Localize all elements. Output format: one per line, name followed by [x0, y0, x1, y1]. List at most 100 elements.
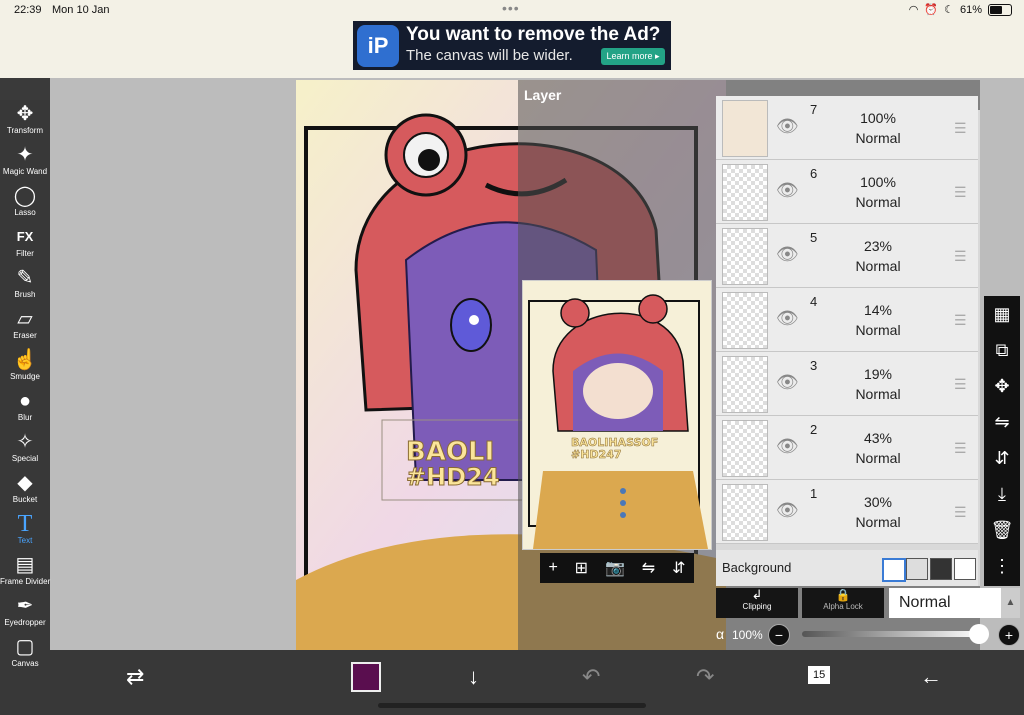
eye-icon[interactable]: 👁: [776, 180, 799, 201]
drag-handle-icon[interactable]: ☰: [954, 376, 967, 393]
layer-row-1[interactable]: 👁 1 30% Normal ☰: [716, 480, 978, 544]
tool-label: Canvas: [11, 659, 39, 668]
bg-none-swatch[interactable]: [954, 558, 976, 580]
drag-handle-icon[interactable]: ☰: [954, 184, 967, 201]
frame-divider-icon: ▤: [15, 554, 35, 576]
tool-canvas[interactable]: ▢ Canvas: [0, 635, 50, 676]
redo-icon[interactable]: ↷: [696, 664, 714, 690]
blend-mode-select[interactable]: Normal: [889, 588, 1001, 618]
tool-label: Filter: [16, 249, 34, 258]
tool-label: Eyedropper: [4, 618, 46, 627]
drag-handle-icon[interactable]: ☰: [954, 440, 967, 457]
opacity-slider-knob[interactable]: [969, 624, 989, 644]
smudge-icon: ☝: [12, 349, 38, 371]
flip-vertical-icon[interactable]: ⇵: [984, 448, 1020, 469]
tool-eraser[interactable]: ▱ Eraser: [0, 307, 50, 348]
clipping-label: Clipping: [742, 602, 772, 611]
home-indicator[interactable]: [378, 703, 646, 708]
tool-filter[interactable]: FX Filter: [0, 225, 50, 266]
eye-icon[interactable]: 👁: [776, 244, 799, 265]
trash-icon[interactable]: 🗑: [984, 520, 1020, 541]
bg-transparent-swatch[interactable]: [906, 558, 928, 580]
ad-banner[interactable]: iP You want to remove the Ad? The canvas…: [353, 21, 671, 70]
tool-magic-wand[interactable]: ✦ Magic Wand: [0, 143, 50, 184]
tool-text[interactable]: T Text: [0, 512, 50, 553]
layer-preview[interactable]: BAOLIHASSOF #HD247: [522, 280, 712, 550]
clipping-icon: ↲: [751, 587, 763, 602]
merge-down-icon[interactable]: ⤓: [984, 484, 1020, 505]
bg-white-swatch[interactable]: [882, 558, 906, 582]
tool-brush[interactable]: ✎ Brush: [0, 266, 50, 307]
back-arrow-icon[interactable]: ←: [920, 664, 942, 690]
tool-blur[interactable]: ● Blur: [0, 389, 50, 430]
drag-handle-icon[interactable]: ☰: [954, 312, 967, 329]
blend-dropdown-icon[interactable]: ▲: [1001, 588, 1020, 618]
layer-row-5[interactable]: 👁 5 23% Normal ☰: [716, 224, 978, 288]
tool-smudge[interactable]: ☝ Smudge: [0, 348, 50, 389]
eyedropper-icon: ✒: [16, 595, 34, 617]
special-icon: ✧: [16, 431, 34, 453]
undo-icon[interactable]: ↶: [582, 664, 600, 690]
eye-icon[interactable]: 👁: [776, 308, 799, 329]
tool-special[interactable]: ✧ Special: [0, 430, 50, 471]
layer-thumbnail: [722, 420, 768, 477]
layer-row-2[interactable]: 👁 2 43% Normal ☰: [716, 416, 978, 480]
learn-more-button[interactable]: Learn more ▸: [601, 48, 665, 65]
tool-frame-divider[interactable]: ▤ Frame Divider: [0, 553, 50, 594]
alpha-lock-label: Alpha Lock: [823, 602, 863, 611]
tool-label: Brush: [14, 290, 36, 299]
background-row[interactable]: Background: [716, 550, 978, 586]
eye-icon[interactable]: 👁: [776, 500, 799, 521]
current-color-swatch[interactable]: [351, 662, 381, 692]
layer-row-7[interactable]: 👁 7 100% Normal ☰: [716, 96, 978, 160]
layer-row-3[interactable]: 👁 3 19% Normal ☰: [716, 352, 978, 416]
tool-lasso[interactable]: ◯ Lasso: [0, 184, 50, 225]
swap-tool-icon[interactable]: ⇄: [126, 664, 144, 690]
tool-eyedropper[interactable]: ✒ Eyedropper: [0, 594, 50, 635]
eye-icon[interactable]: 👁: [776, 436, 799, 457]
layer-opacity: 23%: [863, 238, 893, 254]
drag-handle-icon[interactable]: ☰: [954, 120, 967, 137]
drag-handle-icon[interactable]: ☰: [954, 248, 967, 265]
layer-blend-mode: Normal: [855, 258, 901, 274]
tool-transform[interactable]: ✥ Transform: [0, 102, 50, 143]
flip-horizontal-icon[interactable]: ⇋: [642, 558, 655, 578]
drag-handle-icon[interactable]: ☰: [954, 504, 967, 521]
add-image-layer-icon[interactable]: ⊞: [575, 558, 588, 578]
checker-icon[interactable]: ▦: [984, 304, 1020, 325]
eye-icon[interactable]: 👁: [776, 116, 799, 137]
history-count[interactable]: 15: [808, 666, 831, 684]
clipping-button[interactable]: ↲ Clipping: [716, 588, 798, 618]
more-icon[interactable]: ⋮: [984, 556, 1020, 577]
opacity-plus-button[interactable]: +: [998, 624, 1020, 646]
tool-label: Frame Divider: [0, 577, 51, 586]
alpha-lock-button[interactable]: 🔒 Alpha Lock: [802, 588, 884, 618]
layer-list[interactable]: 👁 7 100% Normal ☰ 👁 6 100% Normal ☰ 👁 5 …: [716, 96, 980, 586]
layer-row-4[interactable]: 👁 4 14% Normal ☰: [716, 288, 978, 352]
layer-opacity: 19%: [863, 366, 893, 382]
opacity-minus-button[interactable]: −: [768, 624, 790, 646]
flip-horizontal-icon[interactable]: ⇋: [984, 412, 1020, 433]
camera-icon[interactable]: 📷: [605, 558, 625, 578]
arrow-down-icon[interactable]: ↓: [468, 664, 479, 690]
move-icon[interactable]: ✥: [984, 376, 1020, 397]
layer-thumbnail: [722, 484, 768, 541]
opacity-value: 100%: [732, 628, 763, 642]
layer-transfer-icon[interactable]: ⧉: [984, 340, 1020, 361]
tool-bucket[interactable]: ◆ Bucket: [0, 471, 50, 512]
alarm-icon: ⏰: [924, 4, 939, 16]
multitasking-dots[interactable]: •••: [502, 0, 520, 16]
tool-label: Special: [11, 454, 39, 463]
layer-blend-mode: Normal: [855, 386, 901, 402]
tool-label: Transform: [6, 126, 44, 135]
eye-icon[interactable]: 👁: [776, 372, 799, 393]
bg-dark-swatch[interactable]: [930, 558, 952, 580]
preview-toolbar: + ⊞ 📷 ⇋ ⇵: [540, 553, 694, 583]
opacity-slider[interactable]: [802, 631, 980, 637]
layer-number: 4: [810, 294, 818, 309]
svg-text:#HD24: #HD24: [406, 463, 500, 491]
flip-vertical-icon[interactable]: ⇵: [672, 558, 685, 578]
add-layer-icon[interactable]: +: [548, 559, 557, 577]
battery-fill: [990, 5, 1003, 14]
layer-row-6[interactable]: 👁 6 100% Normal ☰: [716, 160, 978, 224]
